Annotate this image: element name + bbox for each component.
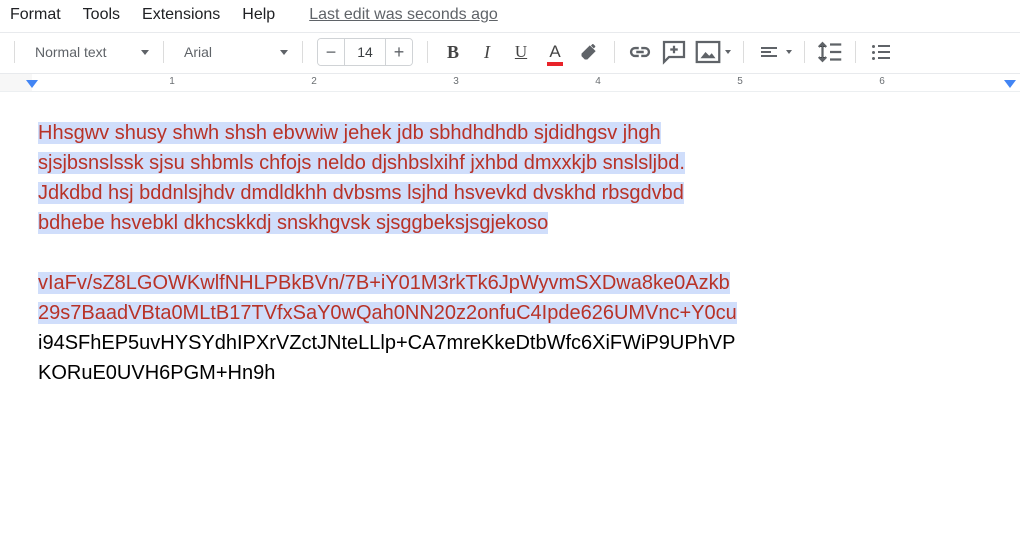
ruler-tick: 2 [311,76,317,87]
doc-text-selected: sjsjbsnslssk sjsu shbmls chfojs neldo dj… [38,152,685,174]
italic-icon: I [484,42,490,63]
text-color-button[interactable]: A [540,37,570,67]
menu-extensions[interactable]: Extensions [142,6,220,24]
doc-text-selected: 29s7BaadVBta0MLtB17TVfxSaY0wQah0NN20z2on… [38,302,737,324]
text-color-icon: A [549,42,560,62]
chevron-down-icon [141,50,149,55]
doc-text: KORuE0UVH6PGM+Hn9h [38,362,275,384]
font-size-increase-button[interactable]: + [386,38,412,66]
font-family-select[interactable]: Arial [174,38,292,66]
ruler-tick: 5 [737,76,743,87]
insert-image-button[interactable] [693,37,723,67]
paragraph-style-select[interactable]: Normal text [25,38,153,66]
separator [804,41,805,63]
separator [743,41,744,63]
chevron-down-icon [280,50,288,55]
highlight-color-button[interactable] [574,37,604,67]
line-spacing-button[interactable] [815,37,845,67]
ruler-tick: 6 [879,76,885,87]
italic-button[interactable]: I [472,37,502,67]
align-button[interactable] [754,37,784,67]
toolbar: Normal text Arial − 14 + B I U A [0,32,1020,74]
chevron-down-icon[interactable] [725,50,731,54]
separator [14,41,15,63]
doc-text-selected: Hhsgwv shusy shwh shsh ebvwiw jehek jdb … [38,122,661,144]
bold-button[interactable]: B [438,37,468,67]
font-size-value[interactable]: 14 [344,38,386,66]
separator [163,41,164,63]
last-edit-link[interactable]: Last edit was seconds ago [309,6,498,24]
insert-link-button[interactable] [625,37,655,67]
separator [855,41,856,63]
line-spacing-icon [815,37,845,67]
font-family-label: Arial [184,44,212,60]
image-icon [693,37,723,67]
add-comment-button[interactable] [659,37,689,67]
separator [614,41,615,63]
chevron-down-icon[interactable] [786,50,792,54]
separator [427,41,428,63]
ruler[interactable]: 1 2 3 4 5 6 [0,74,1020,92]
menu-format[interactable]: Format [10,6,61,24]
checklist-icon [872,45,890,60]
underline-button[interactable]: U [506,37,536,67]
menu-help[interactable]: Help [242,6,275,24]
menu-bar: Format Tools Extensions Help Last edit w… [0,0,1020,32]
font-size-stepper: − 14 + [317,38,413,66]
comment-plus-icon [659,37,689,67]
document-body[interactable]: Hhsgwv shusy shwh shsh ebvwiw jehek jdb … [0,92,1020,388]
link-icon [625,37,655,67]
font-size-decrease-button[interactable]: − [318,38,344,66]
separator [302,41,303,63]
doc-text-selected: Jdkdbd hsj bddnlsjhdv dmdldkhh dvbsms ls… [38,182,684,204]
ruler-tick: 1 [169,76,175,87]
doc-text-selected: vIaFv/sZ8LGOWKwlfNHLPBkBVn/7B+iY01M3rkTk… [38,272,730,294]
underline-icon: U [515,42,527,62]
align-left-icon [761,47,777,57]
paragraph-style-label: Normal text [35,44,107,60]
bulleted-list-button[interactable] [866,37,896,67]
doc-text-selected: bdhebe hsvebkl dkhcskkdj snskhgvsk sjsgg… [38,212,548,234]
highlighter-icon [579,42,599,62]
ruler-tick: 3 [453,76,459,87]
bold-icon: B [447,42,459,63]
menu-tools[interactable]: Tools [83,6,120,24]
ruler-tick: 4 [595,76,601,87]
doc-text: i94SFhEP5uvHYSYdhIPXrVZctJNteLLlp+CA7mre… [38,332,736,354]
